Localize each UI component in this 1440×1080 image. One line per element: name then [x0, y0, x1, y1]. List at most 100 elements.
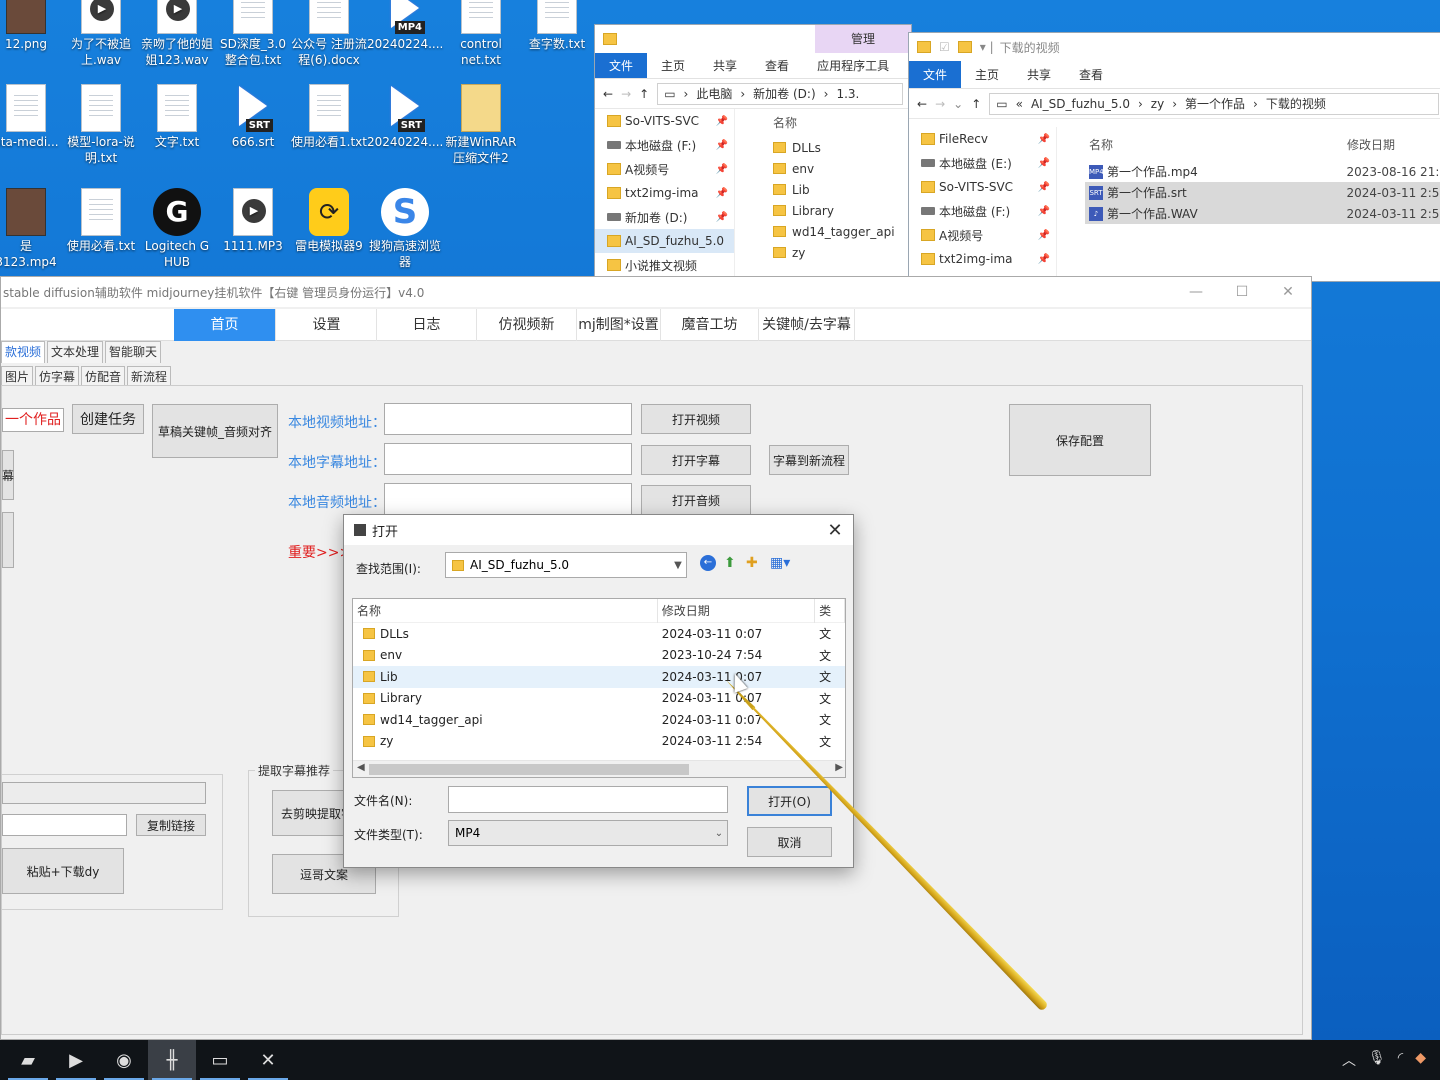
view-menu-icon[interactable]: ▦▾	[770, 555, 790, 571]
nav-item[interactable]: 本地磁盘 (F:) 📌	[909, 199, 1056, 223]
forward-icon[interactable]: →	[935, 97, 945, 111]
desktop-icon[interactable]: 模型-lora-说明.txt	[63, 84, 139, 166]
nav-item[interactable]: 新加卷 (D:) 📌	[595, 205, 734, 229]
chevron-up-icon[interactable]: ︿	[1342, 1050, 1356, 1070]
desktop-icon[interactable]: MP4 20240224....	[367, 0, 443, 52]
file-row[interactable]: DLLs 2024-03-11 0:07 文	[353, 623, 845, 645]
back-icon[interactable]: ←	[603, 87, 613, 101]
desktop-icon[interactable]: 公众号 注册流程(6).docx	[291, 0, 367, 68]
ribbon-tab[interactable]: 主页	[647, 53, 699, 78]
forward-icon[interactable]: →	[621, 87, 631, 101]
dialog-titlebar[interactable]: 打开 ✕	[344, 515, 853, 545]
column-name[interactable]: 名称	[767, 109, 911, 137]
explorer-titlebar[interactable]: ☑ ▾ | 下载的视频	[909, 33, 1440, 61]
breadcrumb-item[interactable]: zy	[1151, 97, 1164, 111]
subtitle-to-flow-button[interactable]: 字幕到新流程	[769, 445, 849, 475]
nav-item[interactable]: 本地磁盘 (E:) 📌	[909, 151, 1056, 175]
breadcrumb-item[interactable]: 第一个作品	[1185, 95, 1245, 112]
menu-tab[interactable]: 首页	[174, 309, 276, 341]
ribbon-tab[interactable]: 查看	[1065, 61, 1117, 88]
menu-tab[interactable]: mj制图*设置	[577, 309, 661, 341]
desktop-icon[interactable]: SD深度_3.0整合包.txt	[215, 0, 291, 68]
up-icon[interactable]: ↑	[639, 87, 649, 101]
file-row[interactable]: env 2023-10-24 7:54 文	[353, 645, 845, 667]
desktop-icon[interactable]: control net.txt	[443, 0, 519, 68]
maximize-icon[interactable]: ☐	[1219, 284, 1265, 300]
ribbon-tab[interactable]: 文件	[909, 61, 962, 88]
scrollbar-thumb[interactable]	[369, 764, 689, 775]
folder-item[interactable]: Library	[767, 200, 911, 221]
audio-path-input[interactable]	[384, 483, 632, 515]
microphone-icon[interactable]: 🎙	[1368, 1050, 1386, 1070]
nav-item[interactable]: 本地磁盘 (F:) 📌	[595, 133, 734, 157]
up-icon[interactable]: ↑	[971, 97, 981, 111]
horizontal-scrollbar[interactable]: ◀ ▶	[353, 760, 845, 777]
breadcrumb-item[interactable]: 此电脑	[696, 85, 732, 102]
folder-item[interactable]: zy	[767, 242, 911, 263]
open-file-dialog[interactable]: 打开 ✕ 查找范围(I): AI_SD_fuzhu_5.0 ▼ ← ⬆ ✚ ▦▾…	[343, 514, 854, 868]
minimize-icon[interactable]: —	[1173, 284, 1219, 300]
desktop-icon[interactable]: 文字.txt	[139, 84, 215, 150]
folder-item[interactable]: Lib	[767, 179, 911, 200]
desktop-icon[interactable]: 使用必看1.txt	[291, 84, 367, 150]
address-bar[interactable]: ← → ↑ ▭ › 此电脑 › 新加卷 (D:) › 1.3.	[595, 79, 911, 109]
terminal-icon[interactable]: ▭	[196, 1040, 244, 1080]
close-icon[interactable]: ✕	[1265, 284, 1311, 300]
menu-tab[interactable]: 设置	[277, 309, 377, 341]
project-name-input[interactable]: 一个作品	[2, 408, 64, 432]
desktop-icon[interactable]: ⟳ 雷电模拟器9	[291, 188, 367, 254]
new-folder-icon[interactable]: ✚	[746, 555, 758, 571]
ribbon-tab[interactable]: 查看	[751, 53, 803, 78]
desktop-icon[interactable]: SRT 20240224....	[367, 84, 443, 150]
folder-item[interactable]: DLLs	[767, 137, 911, 158]
folder-item[interactable]: wd14_tagger_api	[767, 221, 911, 242]
app-icon[interactable]: ╫	[148, 1040, 196, 1080]
file-row[interactable]: SRT 第一个作品.srt 2024-03-11 2:56	[1085, 182, 1440, 203]
tab[interactable]: 款视频	[1, 341, 46, 363]
app-titlebar[interactable]: stable diffusion辅助软件 midjourney挂机软件【右键 管…	[1, 277, 1311, 307]
column-date[interactable]: 修改日期	[658, 599, 816, 623]
desktop-icon[interactable]: 为了不被追上.wav	[63, 0, 139, 68]
nav-item[interactable]: So-VITS-SVC 📌	[595, 109, 734, 133]
filename-input[interactable]	[448, 786, 728, 813]
subtitle-path-input[interactable]	[384, 443, 632, 475]
notification-icon[interactable]: ◆	[1415, 1050, 1426, 1070]
video-path-input[interactable]	[384, 403, 632, 435]
breadcrumb-item[interactable]: «	[1016, 97, 1023, 111]
desktop-icon[interactable]: S 搜狗高速浏览器	[367, 188, 443, 270]
address-path[interactable]: ▭ › 此电脑 › 新加卷 (D:) › 1.3.	[657, 82, 903, 105]
breadcrumb-item[interactable]: AI_SD_fuzhu_5.0	[1031, 97, 1130, 111]
column-name[interactable]: 名称	[353, 599, 658, 623]
back-icon[interactable]: ←	[917, 97, 927, 111]
cancel-button[interactable]: 取消	[747, 827, 832, 857]
capcut-icon[interactable]: ✕	[244, 1040, 292, 1080]
nav-item[interactable]: So-VITS-SVC 📌	[909, 175, 1056, 199]
save-config-button[interactable]: 保存配置	[1009, 404, 1151, 476]
nav-item[interactable]: txt2img-ima 📌	[595, 181, 734, 205]
desktop-icon[interactable]: 使用必看.txt	[63, 188, 139, 254]
left-stub-button-2[interactable]	[2, 512, 14, 568]
desktop-icon[interactable]: G Logitech G HUB	[139, 188, 215, 270]
menu-tab[interactable]: 日志	[377, 309, 477, 341]
draft-keyframe-button[interactable]: 草稿关键帧_音频对齐	[152, 404, 278, 458]
explorer-titlebar[interactable]: 管理	[595, 25, 911, 53]
nav-item[interactable]: 小说推文视频	[595, 253, 734, 277]
file-row[interactable]: Library 2024-03-11 0:07 文	[353, 688, 845, 710]
desktop-icon[interactable]: 12.png	[0, 0, 64, 52]
notes-icon[interactable]: ▰	[4, 1040, 52, 1080]
recorder-icon[interactable]: ◉	[100, 1040, 148, 1080]
close-icon[interactable]: ✕	[817, 520, 853, 541]
tab[interactable]: 智能聊天	[105, 341, 162, 363]
manage-tab[interactable]: 管理	[815, 25, 911, 53]
media-player-icon[interactable]: ▶	[52, 1040, 100, 1080]
desktop-icon[interactable]: 1111.MP3	[215, 188, 291, 254]
explorer-window-2[interactable]: ☑ ▾ | 下载的视频 文件 主页 共享 查看 ← → ⌄ ↑ ▭ « AI_SD_fuz…	[908, 32, 1440, 282]
nav-item[interactable]: A视频号 📌	[595, 157, 734, 181]
explorer-window-1[interactable]: 管理 文件 主页 共享 查看 应用程序工具 ← → ↑ ▭ › 此电脑 › 新加卷 (D:) › 1…	[594, 24, 912, 280]
desktop-icon[interactable]: SRT 666.srt	[215, 84, 291, 150]
left-stub-button[interactable]: 幕	[2, 450, 14, 500]
back-icon[interactable]: ←	[700, 555, 716, 571]
ribbon-tab[interactable]: 共享	[1013, 61, 1065, 88]
file-row[interactable]: Lib 2024-03-11 0:07 文	[353, 666, 845, 688]
menu-tab[interactable]: 关键帧/去字幕	[759, 309, 855, 341]
